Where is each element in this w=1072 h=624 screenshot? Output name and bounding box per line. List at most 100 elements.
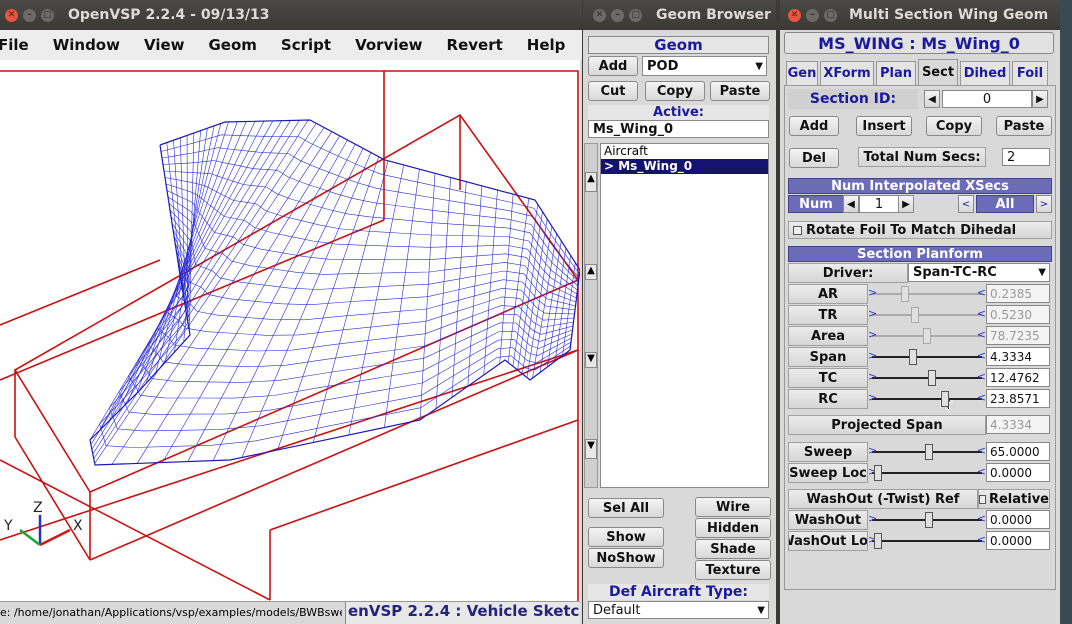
checkbox-icon[interactable]: [979, 494, 986, 504]
washout-slider[interactable]: > <: [868, 510, 986, 530]
paste-button[interactable]: Paste: [710, 81, 770, 101]
rotate-foil-toggle[interactable]: Rotate Foil To Match Dihedal: [788, 221, 1052, 239]
scroll-top-icon[interactable]: ▲: [585, 172, 597, 192]
menu-revert[interactable]: Revert: [447, 36, 503, 54]
cut-button[interactable]: Cut: [588, 81, 638, 101]
washout-loc-value[interactable]: 0.0000: [986, 531, 1050, 550]
section-prev-icon[interactable]: ◀: [924, 90, 940, 108]
param-value[interactable]: 4.3334: [986, 347, 1050, 366]
slider-right-arrow-icon: <: [976, 465, 986, 478]
slider-thumb[interactable]: [874, 533, 882, 549]
tab-gen[interactable]: Gen: [786, 61, 818, 85]
slider-thumb[interactable]: [924, 444, 933, 460]
scroll-bottom-icon[interactable]: ▼: [585, 439, 597, 459]
menu-vorview[interactable]: Vorview: [355, 36, 422, 54]
param-label: TC: [788, 368, 868, 388]
slider-thumb[interactable]: [901, 286, 910, 302]
del-section-button[interactable]: Del: [789, 148, 839, 168]
wire-button[interactable]: Wire: [695, 497, 771, 517]
add-geom-button[interactable]: Add: [588, 56, 638, 76]
menu-file[interactable]: File: [0, 36, 29, 54]
param-slider: > <: [868, 326, 986, 346]
param-slider: > <: [868, 284, 986, 304]
geom-type-select[interactable]: POD ▼: [642, 56, 767, 76]
slider-thumb[interactable]: [909, 349, 918, 365]
close-icon[interactable]: ✕: [593, 8, 606, 22]
slider-thumb[interactable]: [940, 391, 949, 407]
relative-toggle[interactable]: Relative: [978, 489, 1050, 509]
hidden-button[interactable]: Hidden: [695, 518, 771, 538]
param-slider[interactable]: > <: [868, 389, 986, 409]
slider-track: [872, 398, 982, 400]
menu-view[interactable]: View: [144, 36, 185, 54]
wireframe-render[interactable]: Z X Y: [0, 60, 581, 601]
scroll-down-icon[interactable]: ▼: [585, 352, 597, 368]
section-next-icon[interactable]: ▶: [1032, 90, 1048, 108]
num-decrement-icon[interactable]: ◀: [843, 195, 859, 213]
minimize-icon[interactable]: –: [23, 8, 36, 22]
menu-script[interactable]: Script: [281, 36, 331, 54]
slider-thumb[interactable]: [924, 512, 933, 528]
geom-browser-window: ✕ – ▢ Geom Browser Geom Add POD ▼ Cut Co…: [583, 0, 776, 624]
sweep-value[interactable]: 65.0000: [986, 442, 1050, 461]
total-num-secs-label: Total Num Secs:: [858, 147, 986, 167]
param-value[interactable]: 12.4762: [986, 368, 1050, 387]
wing-window-title: Multi Section Wing Geom: [849, 7, 1049, 23]
tab-plan[interactable]: Plan: [876, 61, 916, 85]
def-aircraft-select[interactable]: Default ▼: [588, 601, 769, 619]
all-label[interactable]: All: [976, 195, 1034, 213]
tab-dihed[interactable]: Dihed: [960, 61, 1010, 85]
section-id-field[interactable]: 0: [942, 90, 1032, 108]
checkbox-icon[interactable]: [793, 225, 802, 235]
sel-all-button[interactable]: Sel All: [588, 498, 664, 518]
menu-window[interactable]: Window: [53, 36, 120, 54]
param-value[interactable]: 23.8571: [986, 389, 1050, 408]
shade-button[interactable]: Shade: [695, 539, 771, 559]
menu-geom[interactable]: Geom: [209, 36, 257, 54]
washout-loc-slider[interactable]: > <: [868, 531, 986, 551]
driver-select[interactable]: Span-TC-RC ▼: [908, 263, 1050, 282]
param-slider[interactable]: > <: [868, 347, 986, 367]
num-increment-icon[interactable]: ▶: [898, 195, 914, 213]
minimize-icon[interactable]: –: [806, 8, 819, 22]
noshow-button[interactable]: NoShow: [588, 548, 664, 568]
slider-thumb[interactable]: [923, 328, 931, 344]
close-icon[interactable]: ✕: [5, 8, 18, 22]
maximize-icon[interactable]: ▢: [629, 8, 642, 22]
3d-viewport[interactable]: Z X Y: [0, 60, 581, 601]
add-section-button[interactable]: Add: [789, 116, 839, 136]
slider-thumb[interactable]: [927, 370, 936, 386]
sweep-loc-value[interactable]: 0.0000: [986, 463, 1050, 482]
active-header: Active:: [588, 105, 769, 120]
insert-section-button[interactable]: Insert: [856, 116, 912, 136]
copy-button[interactable]: Copy: [645, 81, 705, 101]
all-prev-icon[interactable]: <: [958, 195, 974, 213]
menu-help[interactable]: Help: [527, 36, 566, 54]
show-button[interactable]: Show: [588, 527, 664, 547]
sweep-slider[interactable]: > <: [868, 442, 986, 462]
tab-sect[interactable]: Sect: [918, 59, 958, 85]
tab-xform[interactable]: XForm: [820, 61, 874, 85]
slider-thumb[interactable]: [874, 465, 882, 481]
texture-button[interactable]: Texture: [695, 560, 771, 580]
maximize-icon[interactable]: ▢: [824, 8, 837, 22]
geom-tree[interactable]: Aircraft > Ms_Wing_0: [600, 143, 769, 488]
num-interp-field[interactable]: 1: [859, 195, 899, 213]
all-next-icon[interactable]: >: [1036, 195, 1052, 213]
washout-value[interactable]: 0.0000: [986, 510, 1050, 529]
close-icon[interactable]: ✕: [788, 8, 801, 22]
tree-item-aircraft[interactable]: Aircraft: [601, 144, 768, 159]
tab-foil[interactable]: Foil: [1012, 61, 1048, 85]
chevron-down-icon: ▼: [757, 604, 765, 616]
scroll-up-icon[interactable]: ▲: [585, 264, 597, 280]
tree-item-ms-wing[interactable]: > Ms_Wing_0: [601, 159, 768, 174]
slider-thumb[interactable]: [911, 307, 920, 323]
active-geom-field[interactable]: Ms_Wing_0: [588, 120, 769, 138]
paste-section-button[interactable]: Paste: [996, 116, 1052, 136]
copy-section-button[interactable]: Copy: [926, 116, 982, 136]
geom-tree-scrollbar[interactable]: ▲ ▲ ▼ ▼: [584, 143, 598, 488]
sweep-loc-slider[interactable]: > <: [868, 463, 986, 483]
maximize-icon[interactable]: ▢: [41, 8, 54, 22]
param-slider[interactable]: > <: [868, 368, 986, 388]
minimize-icon[interactable]: –: [611, 8, 624, 22]
